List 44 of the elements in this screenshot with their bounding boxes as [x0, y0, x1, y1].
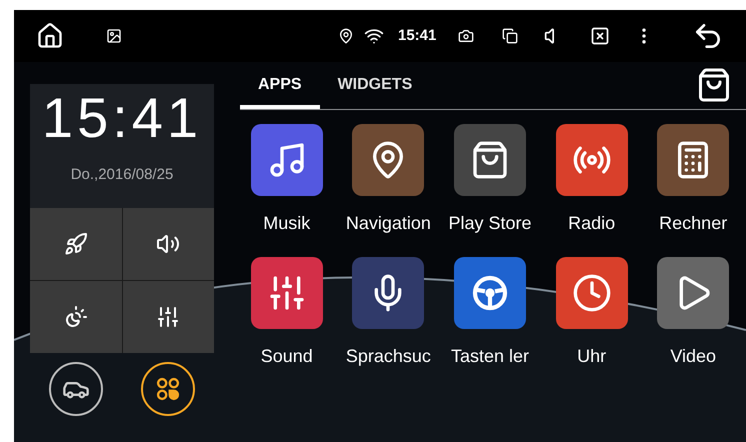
apps-grid-icon: [154, 375, 182, 403]
app-label[interactable]: Radio: [568, 210, 616, 237]
quick-setting-tile[interactable]: [30, 208, 122, 280]
quick-setting-tile[interactable]: [122, 281, 214, 353]
tab[interactable]: APPS: [240, 65, 320, 109]
app-label[interactable]: Sound: [260, 343, 313, 370]
windows-icon[interactable]: [502, 28, 518, 44]
app-label[interactable]: Tasten ler: [450, 343, 530, 370]
app-icon-tile[interactable]: [352, 124, 424, 196]
location-icon: [338, 28, 354, 44]
status-time: 15:41: [398, 26, 436, 46]
equalizer-icon: [156, 305, 180, 329]
shopping-bag-icon[interactable]: [696, 67, 732, 103]
apps-button[interactable]: [141, 362, 195, 416]
app-icon-tile[interactable]: [657, 124, 730, 196]
rocket-icon: [64, 232, 88, 256]
app-label[interactable]: Sprachsuc: [346, 343, 431, 370]
clock-date: Do.,2016/08/25: [70, 165, 174, 185]
app-label[interactable]: Play Store: [448, 210, 532, 237]
camera-icon[interactable]: [458, 28, 474, 44]
car-button[interactable]: [49, 362, 103, 416]
app-label[interactable]: Navigation: [346, 210, 431, 237]
app-label[interactable]: Musik: [263, 210, 310, 237]
app-icon-tile[interactable]: [352, 257, 424, 329]
screen-close-icon[interactable]: [590, 26, 610, 46]
app-icon-tile[interactable]: [454, 124, 526, 196]
app-icon-tile[interactable]: [657, 257, 730, 329]
volume-icon: [156, 232, 180, 256]
tab[interactable]: WIDGETS: [320, 65, 430, 109]
quick-setting-tile[interactable]: [122, 208, 214, 280]
app-icon-tile[interactable]: [250, 124, 323, 196]
app-label[interactable]: Uhr: [577, 343, 606, 370]
image-icon: [106, 28, 122, 44]
app-label[interactable]: Video: [670, 343, 716, 370]
clock-icon: [572, 273, 612, 313]
app-icon-tile[interactable]: [250, 257, 323, 329]
app-icon-tile[interactable]: [556, 257, 628, 329]
app-icon-tile[interactable]: [556, 124, 628, 196]
quick-setting-tile[interactable]: [30, 281, 122, 353]
brightness-icon: [64, 305, 88, 329]
clock-time: 15:41: [42, 90, 202, 146]
app-label[interactable]: Rechner: [659, 210, 728, 237]
app-icon-tile[interactable]: [454, 257, 526, 329]
home-icon[interactable]: [36, 22, 64, 50]
